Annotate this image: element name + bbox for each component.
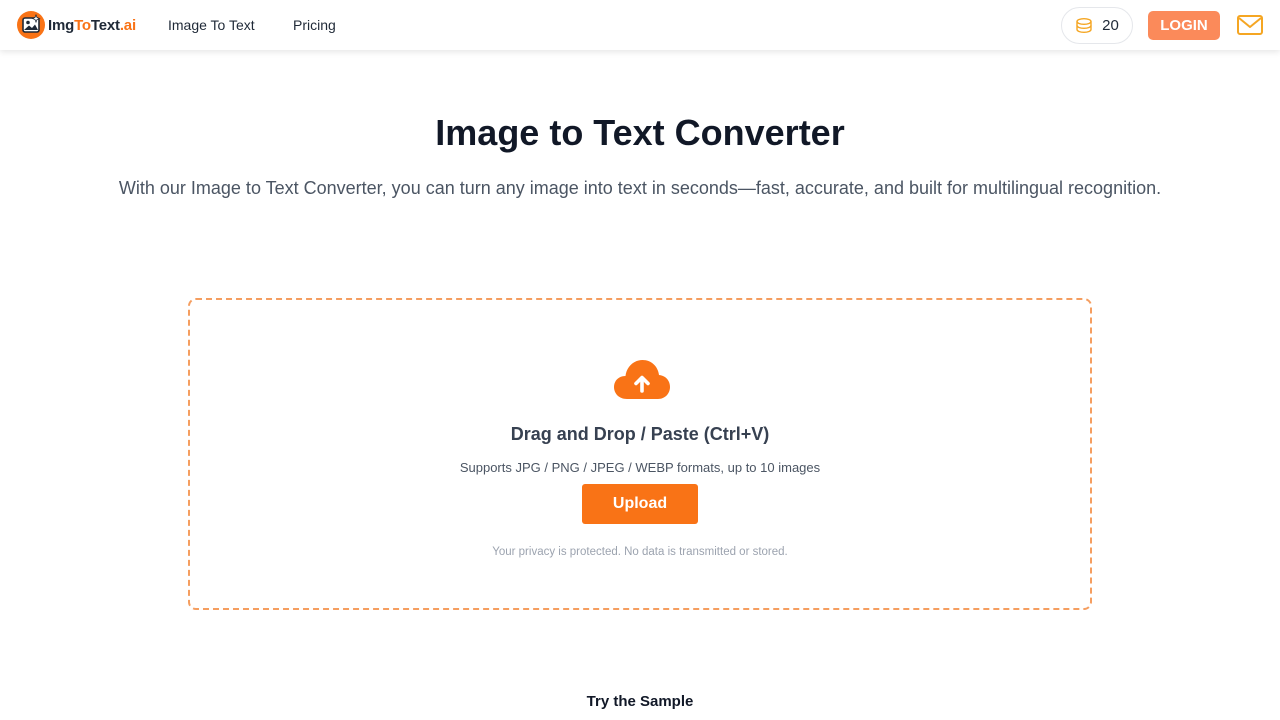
nav-link-pricing[interactable]: Pricing <box>293 17 336 33</box>
logo-text-ai: .ai <box>119 16 136 34</box>
supported-formats-text: Supports JPG / PNG / JPEG / WEBP formats… <box>459 460 821 475</box>
top-nav-bar: ImgToText.ai Image To Text Pricing 20 LO… <box>0 0 1280 50</box>
logo-text-to: To <box>74 16 91 34</box>
login-button[interactable]: LOGIN <box>1148 11 1220 40</box>
page-subtitle: With our Image to Text Converter, you ca… <box>118 178 1162 198</box>
logo-text-img: Img <box>48 16 75 34</box>
site-logo[interactable]: ImgToText.ai <box>16 10 136 40</box>
try-sample-heading: Try the Sample <box>586 693 694 710</box>
cloud-upload-icon <box>614 360 670 399</box>
upload-button[interactable]: Upload <box>582 484 698 524</box>
nav-link-image-to-text[interactable]: Image To Text <box>168 17 255 33</box>
dropzone-title: Drag and Drop / Paste (Ctrl+V) <box>510 424 770 444</box>
logo-text-text: Text <box>90 16 120 34</box>
logo-wordmark: ImgToText.ai <box>48 17 136 34</box>
credits-count: 20 <box>1102 17 1119 34</box>
upload-dropzone[interactable]: Drag and Drop / Paste (Ctrl+V) Supports … <box>188 298 1092 610</box>
page-title: Image to Text Converter <box>435 112 845 153</box>
logo-photo-icon <box>17 11 45 39</box>
privacy-note: Your privacy is protected. No data is tr… <box>492 546 788 558</box>
mail-icon[interactable] <box>1236 12 1264 38</box>
credits-badge[interactable]: 20 <box>1061 7 1133 44</box>
coin-stack-icon <box>1076 17 1092 33</box>
